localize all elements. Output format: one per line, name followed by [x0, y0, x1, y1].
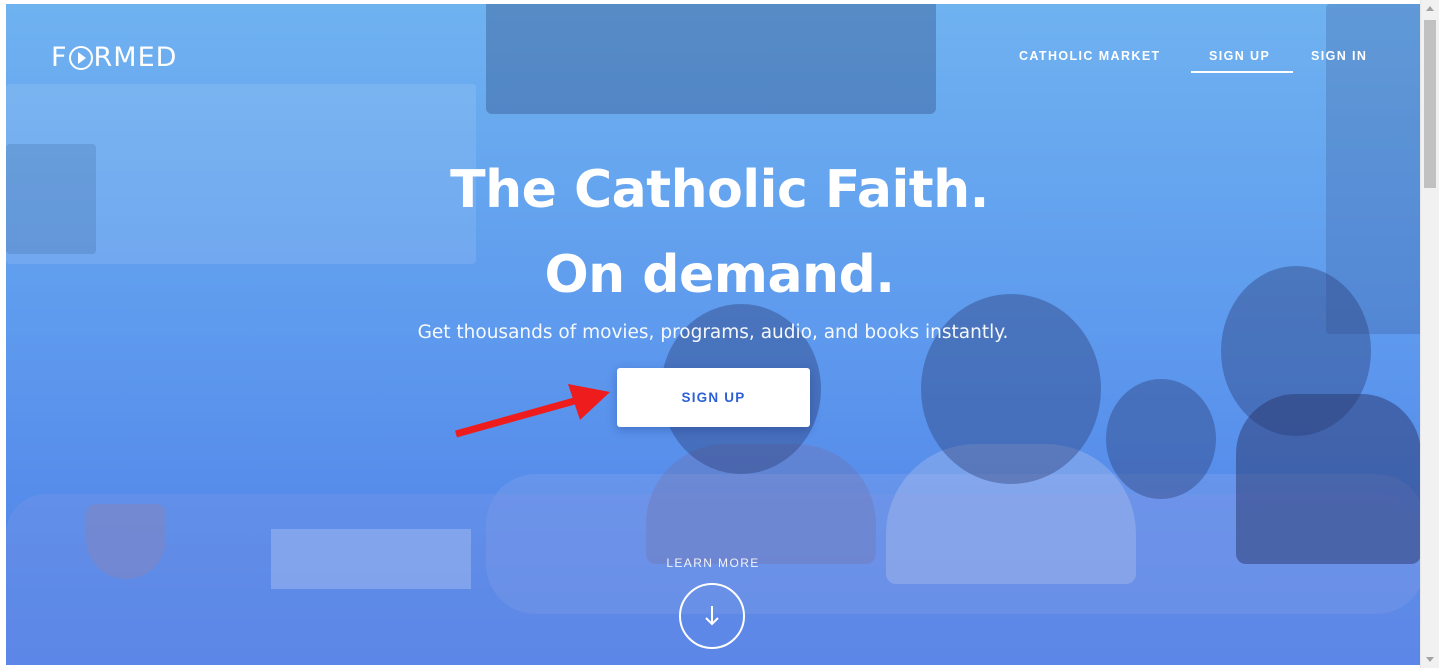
scrollbar-thumb[interactable]	[1424, 20, 1436, 188]
learn-more-label: LEARN MORE	[666, 556, 760, 570]
background-person-head	[1106, 379, 1216, 499]
nav-sign-up[interactable]: SIGN UP	[1209, 48, 1270, 64]
vertical-scrollbar[interactable]	[1420, 0, 1439, 668]
scroll-down-arrow-icon[interactable]	[1426, 657, 1434, 662]
hero-tagline: Get thousands of movies, programs, audio…	[417, 322, 1009, 343]
nav-active-underline	[1191, 71, 1293, 73]
red-arrow-annotation	[455, 384, 610, 438]
hero-headline-line2: On demand.	[544, 245, 895, 305]
scroll-up-arrow-icon[interactable]	[1426, 6, 1434, 11]
hero-headline-line1: The Catholic Faith.	[450, 160, 989, 220]
learn-more-button[interactable]	[679, 583, 745, 649]
hero-sign-up-button[interactable]: SIGN UP	[617, 368, 810, 427]
arrow-down-icon	[705, 606, 719, 626]
nav-sign-in[interactable]: SIGN IN	[1311, 48, 1367, 64]
browser-viewport: F RMED CATHOLIC MARKET SIGN UP SIGN IN T…	[0, 0, 1439, 668]
nav-catholic-market[interactable]: CATHOLIC MARKET	[1019, 48, 1161, 64]
